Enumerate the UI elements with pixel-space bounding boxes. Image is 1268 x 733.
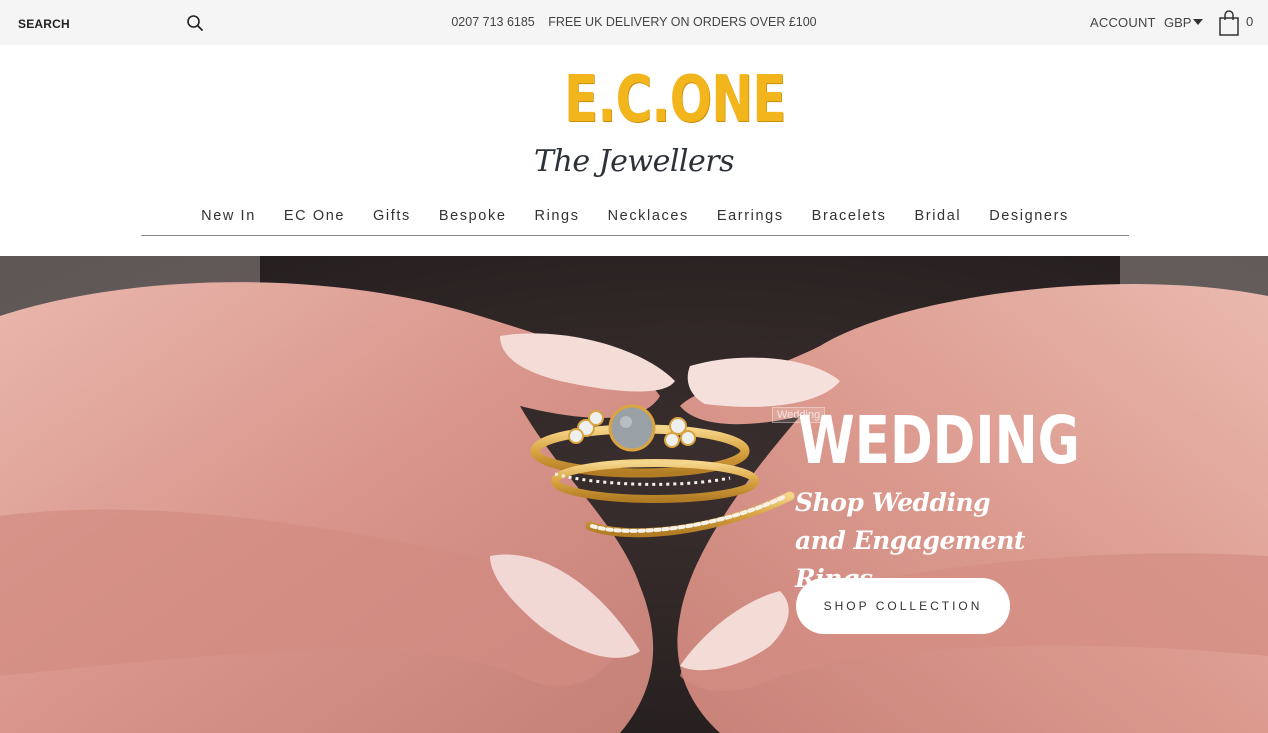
nav-item-necklaces[interactable]: Necklaces	[594, 206, 703, 235]
currency-selector[interactable]: GBP	[1164, 15, 1204, 30]
account-link[interactable]: ACCOUNT	[1090, 15, 1156, 30]
site-logo[interactable]: E.C.ONE The Jewellers	[534, 60, 786, 190]
nav-item-rings[interactable]: Rings	[521, 206, 594, 235]
nav-item-gifts[interactable]: Gifts	[359, 206, 425, 235]
logo-wordmark: E.C.ONE	[564, 63, 786, 137]
nav-item-bracelets[interactable]: Bracelets	[798, 206, 901, 235]
main-navigation: New In EC One Gifts Bespoke Rings Neckla…	[141, 206, 1129, 236]
promo-strip: 0207 713 6185 FREE UK DELIVERY ON ORDERS…	[0, 15, 1268, 29]
nav-item-designers[interactable]: Designers	[975, 206, 1083, 235]
hero-banner[interactable]: Wedding WEDDING Shop Wedding and Engagem…	[0, 256, 1268, 733]
shop-collection-button[interactable]: SHOP COLLECTION	[796, 578, 1010, 634]
phone-number[interactable]: 0207 713 6185	[451, 15, 534, 29]
currency-label: GBP	[1164, 15, 1192, 30]
nav-item-bespoke[interactable]: Bespoke	[425, 206, 521, 235]
top-utility-bar: SEARCH 0207 713 6185 FREE UK DELIVERY ON…	[0, 0, 1268, 45]
cart-count[interactable]: 0	[1246, 14, 1253, 29]
caret-down-icon	[1193, 19, 1204, 25]
delivery-message: FREE UK DELIVERY ON ORDERS OVER £100	[548, 15, 817, 29]
nav-item-earrings[interactable]: Earrings	[703, 206, 798, 235]
shopping-bag-icon[interactable]	[1218, 10, 1240, 36]
nav-item-new-in[interactable]: New In	[187, 206, 270, 235]
nav-item-bridal[interactable]: Bridal	[901, 206, 976, 235]
logo-tagline: The Jewellers	[534, 144, 735, 179]
nav-item-ec-one[interactable]: EC One	[270, 206, 359, 235]
hero-image	[0, 256, 1268, 733]
hero-title: WEDDING	[798, 402, 1080, 479]
